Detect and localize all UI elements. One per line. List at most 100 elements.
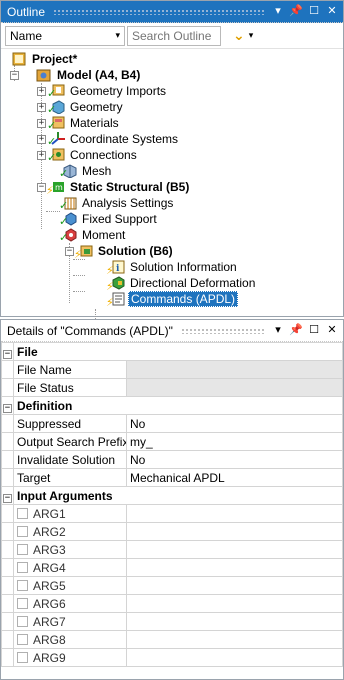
- tree-item-analysis-settings[interactable]: ✓ Analysis Settings: [59, 195, 175, 212]
- outline-toolbar: Name ▾ ⌄ ▾: [1, 23, 343, 49]
- arg-checkbox[interactable]: [17, 597, 28, 609]
- arg-value[interactable]: [126, 540, 343, 559]
- tree-item-geometry[interactable]: + ✓ Geometry: [37, 99, 125, 116]
- static-structural-icon: m ⚡: [46, 182, 64, 197]
- section-label: Input Arguments: [13, 486, 343, 505]
- property-row[interactable]: File Name: [1, 360, 343, 379]
- invalidate-solution-value[interactable]: No: [126, 450, 343, 469]
- collapse-toggle-icon[interactable]: −: [65, 246, 74, 256]
- name-filter-select[interactable]: Name ▾: [5, 25, 125, 46]
- tree-item-geometry-imports[interactable]: + ✓ Geometry Imports: [37, 83, 168, 100]
- tree-item-materials[interactable]: + ✓ Materials: [37, 115, 121, 132]
- property-row[interactable]: Target Mechanical APDL: [1, 468, 343, 487]
- search-outline-input[interactable]: [127, 25, 221, 46]
- arg-label: ARG7: [33, 614, 66, 629]
- dropdown-icon[interactable]: ▾: [271, 324, 285, 338]
- arg-value[interactable]: [126, 630, 343, 649]
- drag-grip[interactable]: [53, 8, 265, 15]
- arg-row[interactable]: ARG2: [1, 522, 343, 541]
- arg-label: ARG5: [33, 578, 66, 593]
- arg-checkbox[interactable]: [17, 579, 28, 591]
- tree-item-model[interactable]: − Model (A4, B4): [10, 67, 142, 83]
- arg-row[interactable]: ARG7: [1, 612, 343, 631]
- property-row[interactable]: Suppressed No: [1, 414, 343, 433]
- tree-item-label: Project*: [32, 52, 78, 66]
- close-icon[interactable]: ✕: [325, 5, 339, 19]
- section-label: Definition: [13, 396, 343, 415]
- tree-item-solution-information[interactable]: i ⚡ Solution Information: [106, 259, 239, 277]
- arg-row[interactable]: ARG5: [1, 576, 343, 595]
- suppressed-value[interactable]: No: [126, 414, 343, 433]
- expand-toggle-icon[interactable]: +: [37, 86, 46, 96]
- expand-toggle-icon[interactable]: +: [37, 134, 46, 144]
- arg-row[interactable]: ARG9: [1, 648, 343, 667]
- tree-item-label: Solution Information: [130, 260, 237, 274]
- property-value: [126, 378, 343, 397]
- arg-label: ARG3: [33, 542, 66, 557]
- section-definition[interactable]: − Definition: [1, 396, 343, 415]
- tree-item-directional-deformation[interactable]: ⚡ Directional Deformation: [106, 275, 257, 293]
- arg-checkbox[interactable]: [17, 561, 28, 573]
- property-row[interactable]: Invalidate Solution No: [1, 450, 343, 469]
- drag-grip[interactable]: [180, 327, 265, 334]
- output-search-prefix-value[interactable]: my_: [126, 432, 343, 451]
- arg-checkbox[interactable]: [17, 651, 28, 663]
- arg-checkbox[interactable]: [17, 507, 28, 519]
- collapse-toggle-icon[interactable]: −: [1, 486, 14, 505]
- maximize-icon[interactable]: ☐: [307, 324, 321, 338]
- tree-item-mesh[interactable]: ✓ Mesh: [59, 163, 113, 180]
- property-row[interactable]: File Status: [1, 378, 343, 397]
- moment-icon: ✓: [59, 228, 77, 244]
- section-input-arguments[interactable]: − Input Arguments: [1, 486, 343, 505]
- arg-value[interactable]: [126, 576, 343, 595]
- arg-value[interactable]: [126, 558, 343, 577]
- maximize-icon[interactable]: ☐: [307, 5, 321, 19]
- pin-icon[interactable]: 📌: [289, 5, 303, 19]
- tree-item-fixed-support[interactable]: ✓ Fixed Support: [59, 211, 159, 228]
- arg-label: ARG9: [33, 650, 66, 665]
- arg-row[interactable]: ARG6: [1, 594, 343, 613]
- details-titlebar[interactable]: Details of "Commands (APDL)" ▾ 📌 ☐ ✕: [1, 320, 343, 342]
- tree-item-connections[interactable]: + ✓ Connections: [37, 147, 139, 164]
- arg-checkbox[interactable]: [17, 633, 28, 645]
- arg-row[interactable]: ARG4: [1, 558, 343, 577]
- svg-text:i: i: [116, 264, 120, 274]
- arg-value[interactable]: [126, 522, 343, 541]
- collapse-toggle-icon[interactable]: −: [1, 342, 14, 361]
- arg-value[interactable]: [126, 504, 343, 523]
- expand-toggle-icon[interactable]: +: [37, 118, 46, 128]
- arg-row[interactable]: ARG3: [1, 540, 343, 559]
- arg-value[interactable]: [126, 612, 343, 631]
- options-dropdown-icon[interactable]: ▾: [249, 30, 254, 41]
- tree-item-coordinate-systems[interactable]: + ✓ Coordinate Systems: [37, 131, 180, 148]
- arg-value[interactable]: [126, 648, 343, 667]
- arg-checkbox[interactable]: [17, 615, 28, 627]
- property-key: File Status: [13, 378, 127, 397]
- arg-value[interactable]: [126, 594, 343, 613]
- target-value[interactable]: Mechanical APDL: [126, 468, 343, 487]
- tree-item-static-structural[interactable]: − m ⚡ Static Structural (B5): [37, 179, 191, 197]
- tree-item-commands-apdl[interactable]: ⚡ Commands (APDL): [106, 291, 239, 309]
- expand-toggle-icon[interactable]: +: [37, 150, 46, 160]
- expand-toggle-icon[interactable]: +: [37, 102, 46, 112]
- arg-checkbox[interactable]: [17, 525, 28, 537]
- collapse-toggle-icon[interactable]: −: [1, 396, 14, 415]
- dropdown-icon[interactable]: ▾: [271, 5, 285, 19]
- collapse-toggle-icon[interactable]: −: [10, 70, 19, 80]
- arg-row[interactable]: ARG8: [1, 630, 343, 649]
- tree-item-moment[interactable]: ✓ Moment: [59, 227, 127, 244]
- collapse-toggle-icon[interactable]: −: [37, 182, 46, 192]
- arg-checkbox[interactable]: [17, 543, 28, 555]
- arg-row[interactable]: ARG1: [1, 504, 343, 523]
- pin-icon[interactable]: 📌: [289, 324, 303, 338]
- property-key: Invalidate Solution: [13, 450, 127, 469]
- tree-item-solution[interactable]: − ⚡ Solution (B6): [65, 243, 175, 261]
- tree-item-label: Fixed Support: [82, 212, 157, 226]
- tree-item-project[interactable]: Project*: [11, 51, 79, 67]
- section-file[interactable]: − File: [1, 342, 343, 361]
- collapse-chevron-icon[interactable]: ⌄: [233, 27, 245, 44]
- outline-titlebar[interactable]: Outline ▾ 📌 ☐ ✕: [1, 1, 343, 23]
- close-icon[interactable]: ✕: [325, 324, 339, 338]
- property-row[interactable]: Output Search Prefix my_: [1, 432, 343, 451]
- chevron-down-icon: ▾: [115, 30, 120, 40]
